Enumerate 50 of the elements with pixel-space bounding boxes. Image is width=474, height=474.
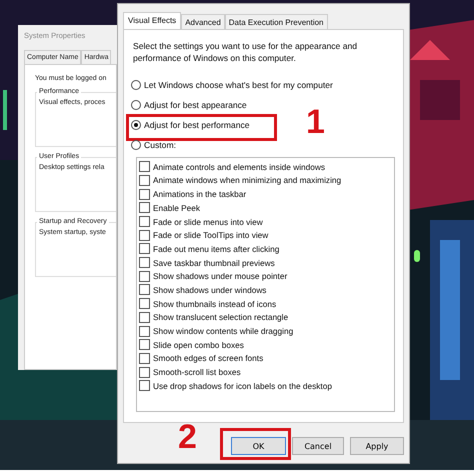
- radio-label[interactable]: Adjust for best performance: [144, 120, 250, 130]
- radio-label[interactable]: Let Windows choose what's best for my computer: [144, 80, 333, 90]
- dialog-button[interactable]: Cancel: [292, 437, 344, 455]
- description-text: Select the settings you want to use for the appearance and performance of Windows on this computer.: [133, 40, 358, 65]
- checkbox[interactable]: [139, 257, 150, 268]
- checkbox[interactable]: [139, 270, 150, 282]
- radio-label[interactable]: Custom:: [144, 140, 176, 150]
- checkbox[interactable]: [139, 161, 150, 172]
- checkbox-label[interactable]: Save taskbar thumbnail previews: [153, 258, 275, 268]
- checkbox-label[interactable]: Animate controls and elements inside windows: [153, 162, 326, 172]
- tab[interactable]: Visual Effects: [123, 12, 182, 30]
- checkbox[interactable]: [139, 243, 150, 254]
- checkbox[interactable]: [139, 352, 150, 364]
- checkbox-label[interactable]: Enable Peek: [153, 202, 200, 213]
- checkbox[interactable]: [139, 366, 150, 378]
- checkbox-label[interactable]: Show shadows under mouse pointer: [153, 271, 288, 282]
- checkbox-label[interactable]: Show thumbnails instead of icons: [153, 298, 276, 309]
- checkbox-label[interactable]: Fade out menu items after clicking: [153, 244, 280, 254]
- checkbox[interactable]: [139, 380, 150, 392]
- dialog-button[interactable]: OK: [231, 437, 286, 455]
- checkbox[interactable]: [139, 312, 150, 323]
- checkbox[interactable]: [139, 230, 150, 241]
- checkbox-label[interactable]: Animate windows when minimizing and maximizing: [153, 175, 342, 186]
- checkbox-label[interactable]: Smooth-scroll list boxes: [153, 367, 241, 378]
- checkbox[interactable]: [139, 188, 150, 200]
- radio-button[interactable]: [131, 80, 141, 90]
- checkbox-label[interactable]: Show translucent selection rectangle: [153, 312, 288, 322]
- radio-button[interactable]: [131, 100, 141, 110]
- checkbox-label[interactable]: Show window contents while dragging: [153, 326, 294, 336]
- checkbox[interactable]: [139, 202, 150, 214]
- checkbox-label[interactable]: Use drop shadows for icon labels on the desktop: [153, 380, 332, 391]
- dialog-button[interactable]: Apply: [350, 437, 404, 455]
- checkbox[interactable]: [139, 298, 150, 310]
- checkbox-label[interactable]: Slide open combo boxes: [153, 340, 244, 350]
- checkbox[interactable]: [139, 284, 150, 296]
- tab[interactable]: Advanced: [181, 14, 225, 30]
- checkbox[interactable]: [139, 326, 150, 336]
- checkbox-label[interactable]: Fade or slide ToolTips into view: [153, 230, 268, 240]
- checkbox-label[interactable]: Fade or slide menus into view: [153, 216, 263, 226]
- checkbox-label[interactable]: Show shadows under windows: [153, 284, 266, 295]
- step-number: 2: [178, 420, 197, 454]
- checkbox[interactable]: [139, 339, 150, 350]
- checkbox[interactable]: [139, 174, 150, 186]
- checkbox[interactable]: [139, 216, 150, 227]
- step-number: 1: [306, 105, 325, 139]
- checkbox-label[interactable]: Animations in the taskbar: [153, 189, 246, 200]
- radio-button[interactable]: [131, 120, 141, 130]
- checkbox-label[interactable]: Smooth edges of screen fonts: [153, 353, 264, 364]
- radio-label[interactable]: Adjust for best appearance: [144, 100, 247, 110]
- tab[interactable]: Data Execution Prevention: [224, 14, 328, 30]
